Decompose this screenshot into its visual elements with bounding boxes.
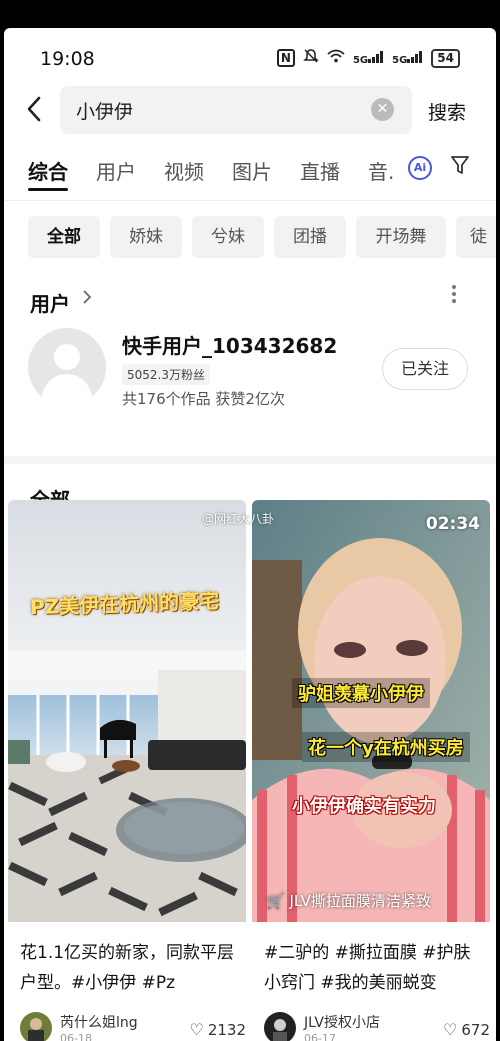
search-bar: ✕ 搜索 xyxy=(4,86,496,136)
heart-icon[interactable]: ♡ xyxy=(189,1020,203,1039)
user-section-title[interactable]: 用户 xyxy=(30,288,70,317)
wifi-icon xyxy=(327,49,345,67)
ai-icon[interactable]: Ai xyxy=(408,156,432,180)
avatar-placeholder-body xyxy=(42,374,92,406)
video-author[interactable]: 芮什么姐lng 06-18 ♡ 2132 xyxy=(20,1012,246,1041)
chip-jiaomei[interactable]: 娇妹 xyxy=(110,216,182,258)
follow-button[interactable]: 已关注 xyxy=(382,348,468,390)
user-avatar[interactable] xyxy=(28,328,106,406)
filter-chips: 全部 娇妹 兮妹 团播 开场舞 徒 xyxy=(4,216,496,260)
signal-label-2: 5G xyxy=(392,54,408,66)
post-date: 06-17 xyxy=(304,1032,336,1041)
signal-icon: 5G xyxy=(352,50,384,66)
chip-all[interactable]: 全部 xyxy=(28,216,100,258)
active-tab-indicator xyxy=(28,188,68,191)
like-count-value: 2132 xyxy=(207,1021,246,1039)
tab-live[interactable]: 直播 xyxy=(300,156,340,185)
signal-icon-2: 5G xyxy=(392,50,423,66)
author-name[interactable]: JLV授权小店 xyxy=(304,1012,380,1032)
video-thumbnail[interactable]: 02:34 驴姐羡慕小伊伊 花一个y在杭州买房 小伊伊确实有实力 🛒 JLV撕拉… xyxy=(252,500,490,922)
luxury-interior-image xyxy=(8,500,246,922)
author-avatar[interactable] xyxy=(20,1012,52,1041)
section-gap xyxy=(4,456,496,464)
video-card[interactable]: PZ美伊在杭州的豪宅 花1.1亿买的新家，同款平层户型。#小伊伊 #Pz 芮什么… xyxy=(8,500,246,1041)
author-avatar[interactable] xyxy=(264,1012,296,1041)
video-duration: 02:34 xyxy=(425,514,480,534)
chip-ximei[interactable]: 兮妹 xyxy=(192,216,264,258)
divider xyxy=(4,200,496,201)
chevron-right-icon[interactable] xyxy=(82,288,92,311)
tab-videos[interactable]: 视频 xyxy=(164,156,204,185)
avatar-placeholder-head xyxy=(54,344,80,370)
video-card[interactable]: 02:34 驴姐羡慕小伊伊 花一个y在杭州买房 小伊伊确实有实力 🛒 JLV撕拉… xyxy=(252,500,490,1041)
filter-icon[interactable] xyxy=(450,154,470,182)
woman-selfie-image xyxy=(252,500,490,922)
tab-comprehensive[interactable]: 综合 xyxy=(28,156,68,185)
user-section: 用户 快手用户_103432682 5052.3万粉丝 共176个作品 获赞2亿… xyxy=(4,280,496,456)
user-stats: 共176个作品 获赞2亿次 xyxy=(122,390,285,408)
post-date: 06-18 xyxy=(60,1032,92,1041)
fans-count: 5052.3万粉丝 xyxy=(122,364,210,385)
nfc-icon: N xyxy=(276,49,295,67)
signal-label: 5G xyxy=(352,54,369,66)
chip-more[interactable]: 徒 xyxy=(456,216,496,258)
weibo-watermark: @网红大八卦 xyxy=(202,512,275,526)
tab-images[interactable]: 图片 xyxy=(232,156,272,185)
tab-users[interactable]: 用户 xyxy=(96,156,136,185)
clear-icon[interactable]: ✕ xyxy=(371,98,394,121)
mute-bell-icon xyxy=(303,48,319,68)
chip-group-live[interactable]: 团播 xyxy=(274,216,346,258)
like-count[interactable]: ♡ 2132 xyxy=(189,1020,246,1039)
search-button[interactable]: 搜索 xyxy=(428,98,466,125)
heart-icon[interactable]: ♡ xyxy=(443,1020,457,1039)
like-count-value: 672 xyxy=(461,1021,490,1039)
status-icons: N 5G 5G 54 xyxy=(276,48,460,68)
status-time: 19:08 xyxy=(40,48,95,70)
shop-link-text: JLV撕拉面膜清洁紧致 xyxy=(289,892,431,910)
more-options-icon[interactable] xyxy=(450,284,458,304)
status-bar: 19:08 N 5G 5G 54 xyxy=(4,28,496,90)
video-overlay-caption: 驴姐羡慕小伊伊 xyxy=(292,678,430,708)
like-count[interactable]: ♡ 672 xyxy=(443,1020,490,1039)
tab-bar: 综合 用户 视频 图片 直播 音. Ai xyxy=(4,152,496,196)
search-box: ✕ xyxy=(60,86,412,134)
battery-icon: 54 xyxy=(431,48,460,68)
cart-icon: 🛒 xyxy=(266,892,290,910)
video-author[interactable]: JLV授权小店 06-17 ♡ 672 xyxy=(264,1012,490,1041)
chip-opening-dance[interactable]: 开场舞 xyxy=(356,216,446,258)
video-description[interactable]: 花1.1亿买的新家，同款平层户型。#小伊伊 #Pz xyxy=(20,938,240,998)
video-overlay-caption: 花一个y在杭州买房 xyxy=(302,732,470,762)
back-arrow-icon[interactable] xyxy=(24,94,44,131)
screen: 19:08 N 5G 5G 54 ✕ 搜索 综合 用户 视频 图片 直播 音 xyxy=(4,28,496,1041)
video-overlay-caption: 小伊伊确实有实力 xyxy=(292,796,436,817)
author-name[interactable]: 芮什么姐lng xyxy=(60,1012,138,1032)
search-input[interactable] xyxy=(76,96,366,124)
shop-link[interactable]: 🛒 JLV撕拉面膜清洁紧致 xyxy=(266,890,431,911)
video-description[interactable]: #二驴的 #撕拉面膜 #护肤小窍门 #我的美丽蜕变 xyxy=(264,938,484,998)
user-name[interactable]: 快手用户_103432682 xyxy=(122,330,337,359)
tab-music[interactable]: 音. xyxy=(368,156,394,185)
video-thumbnail[interactable]: PZ美伊在杭州的豪宅 xyxy=(8,500,246,922)
